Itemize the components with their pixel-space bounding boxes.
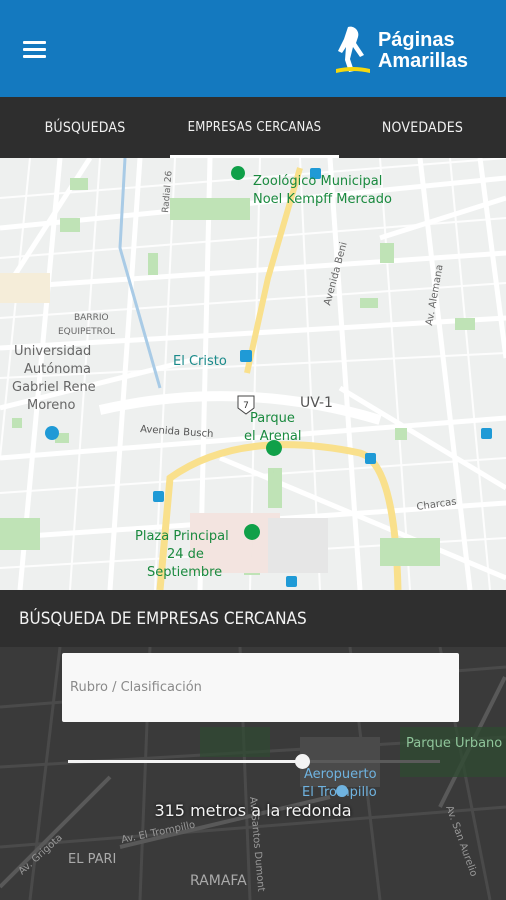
- map-label-uv1: UV-1: [300, 395, 333, 411]
- map-label-parque-2: el Arenal: [244, 429, 302, 444]
- hamburger-menu-icon[interactable]: [20, 38, 50, 62]
- bottom-map-label-el-pari: EL PARI: [68, 852, 116, 867]
- map-label-zoo-2: Noel Kempff Mercado: [253, 192, 392, 207]
- map-label-barrio-2: EQUIPETROL: [58, 327, 115, 337]
- tab-empresas-cercanas[interactable]: EMPRESAS CERCANAS: [170, 97, 339, 158]
- map-label-univ-3: Gabriel Rene: [12, 380, 96, 395]
- map-label-avenida-beni: Avenida Beni: [322, 241, 350, 307]
- walking-fingers-logo-icon: [335, 26, 370, 73]
- logo-line-1: Páginas: [377, 29, 455, 51]
- map-label-plaza-3: Septiembre: [147, 565, 222, 580]
- radius-slider[interactable]: [68, 754, 440, 769]
- app-header: Páginas Amarillas: [0, 0, 506, 97]
- radius-slider-fill: [68, 760, 303, 763]
- rubro-search-input[interactable]: [62, 653, 459, 722]
- map-label-univ-1: Universidad: [14, 344, 91, 359]
- logo-line-2: Amarillas: [377, 50, 468, 72]
- map-label-univ-4: Moreno: [27, 398, 75, 413]
- map-label-plaza-2: 24 de: [167, 547, 204, 562]
- map-label-el-cristo: El Cristo: [173, 354, 227, 369]
- map-view[interactable]: 7 Zoológico Municipal Noel Kempff Mercad…: [0, 158, 506, 590]
- bottom-map-label-av-grigota: Av. Grigota: [17, 832, 65, 877]
- bottom-map-label-ramafa: RAMAFA: [190, 873, 247, 889]
- route-shield-number: 7: [243, 401, 249, 411]
- tab-busquedas[interactable]: BÚSQUEDAS: [0, 97, 170, 158]
- bottom-map-label-aeropuerto-1: Aeropuerto: [304, 767, 377, 782]
- tab-bar: BÚSQUEDAS EMPRESAS CERCANAS NOVEDADES: [0, 97, 506, 158]
- bottom-map-label-parque-urbano: Parque Urbano: [406, 736, 502, 751]
- map-label-av-alemana: Av. Alemana: [424, 264, 446, 327]
- map-label-univ-2: Autónoma: [24, 362, 91, 377]
- tab-novedades[interactable]: NOVEDADES: [339, 97, 506, 158]
- app-logo: Páginas Amarillas: [334, 22, 468, 80]
- panel-title: BÚSQUEDA DE EMPRESAS CERCANAS: [0, 590, 506, 647]
- map-label-barrio-1: BARRIO: [74, 313, 109, 323]
- radius-label: 315 metros a la redonda: [154, 801, 352, 820]
- map-label-charcas: Charcas: [416, 496, 457, 512]
- map-label-plaza-1: Plaza Principal: [135, 529, 229, 544]
- map-label-zoo-1: Zoológico Municipal: [253, 174, 382, 189]
- map-label-parque-1: Parque: [250, 411, 295, 426]
